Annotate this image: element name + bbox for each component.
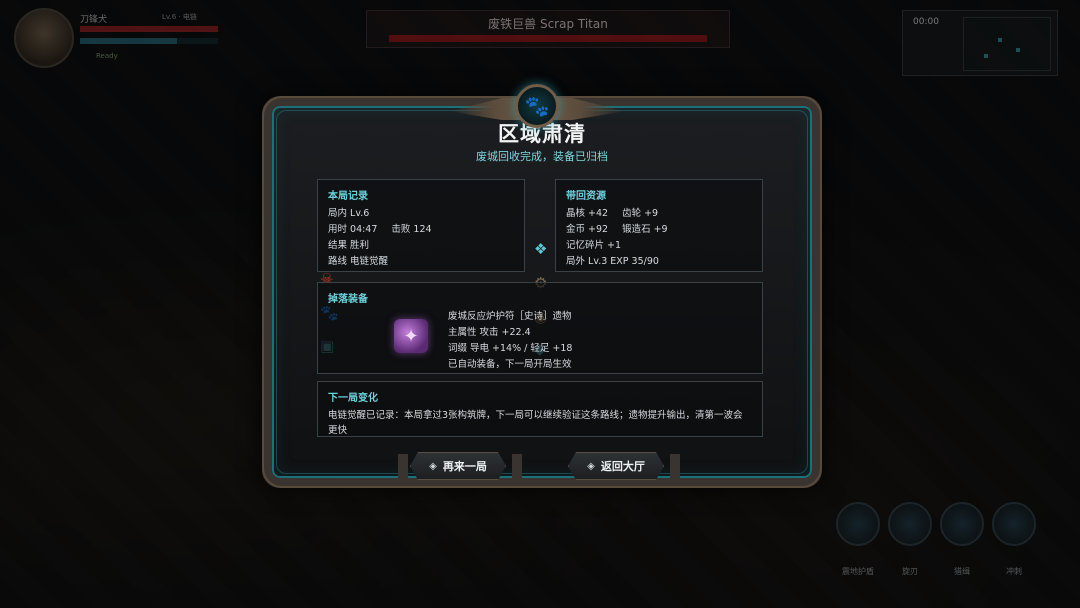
record-level: 局内 Lv.6 [328, 208, 370, 219]
player-avatar [14, 8, 74, 68]
drop-details: 废城反应炉护符［史诗］遗物 主属性 攻击 +22.4 词缀 导电 +14% / … [448, 309, 572, 373]
panel-crest: 🐾 [449, 84, 625, 136]
player-name: 刀锋犬 [80, 15, 108, 25]
record-time-kills: 用时 04:47 击败 124 [328, 222, 514, 238]
run-record-heading: 本局记录 [328, 191, 368, 202]
drop-heading: 掉落装备 [328, 294, 368, 305]
return-lobby-button[interactable]: ◈ 返回大厅 [568, 452, 664, 480]
resource-row-2: 金币 +92 锻造石 +9 [566, 222, 752, 238]
skill-slot-4[interactable] [992, 502, 1036, 546]
skill-label-2: 旋刃 [902, 567, 918, 576]
panel-subtitle: 废城回收完成，装备已归档 [476, 150, 608, 163]
player-status: Ready [96, 52, 118, 60]
boss-health-panel: 废铁巨兽 Scrap Titan [366, 10, 730, 48]
resource-crystal: 晶核 +42 [566, 208, 609, 219]
shield-bar [80, 38, 218, 44]
run-timer: 00:00 [913, 17, 939, 27]
resource-row-1: 晶核 +42 齿轮 +9 [566, 206, 752, 222]
resources-heading: 带回资源 [566, 191, 606, 202]
drop-equipment-box: 掉落装备 ✦ 废城反应炉护符［史诗］遗物 主属性 攻击 +22.4 词缀 导电 … [317, 282, 763, 374]
paw-icon: 🐾 [524, 94, 550, 118]
button-bracket-mid [512, 454, 522, 478]
boss-health-bar [389, 35, 707, 42]
run-record-box: 本局记录 局内 Lv.6 用时 04:47 击败 124 结果 胜利 路线 电链觉… [317, 179, 525, 272]
record-result: 结果 胜利 [328, 240, 370, 251]
lobby-icon: ◈ [587, 460, 595, 472]
resource-forge: 锻造石 +9 [622, 224, 668, 235]
drop-note: 已自动装备，下一局开局生效 [448, 359, 572, 370]
retry-button[interactable]: ◈ 再来一局 [410, 452, 506, 480]
record-route: 路线 电链觉醒 [328, 256, 389, 267]
skill-label-3: 猎缉 [954, 567, 970, 576]
crest-emblem: 🐾 [515, 84, 559, 128]
skill-slot-2[interactable] [888, 502, 932, 546]
health-bar [80, 26, 218, 32]
drop-item-name: 废城反应炉护符［史诗］遗物 [448, 311, 572, 322]
button-bracket-left [398, 454, 408, 478]
minimap[interactable]: 00:00 [902, 10, 1058, 76]
record-time: 用时 04:47 [328, 224, 378, 235]
resource-gold: 金币 +92 [566, 224, 609, 235]
next-run-text: 电链觉醒已记录：本局拿过3张构筑牌，下一局可以继续验证这条路线；遗物提升输出，清… [328, 410, 743, 436]
retry-label: 再来一局 [442, 460, 487, 473]
next-run-box: 下一局变化 电链觉醒已记录：本局拿过3张构筑牌，下一局可以继续验证这条路线；遗物… [317, 381, 763, 437]
skill-label-1: 震地护盾 [842, 567, 874, 576]
drop-affix: 词缀 导电 +14% / 轻足 +18 [448, 343, 573, 354]
skill-label-4: 冲刺 [1006, 567, 1022, 576]
skill-slot-3[interactable] [940, 502, 984, 546]
skill-slot-1[interactable] [836, 502, 880, 546]
area-cleared-result-panel: 🐾 区域肃清 废城回收完成，装备已归档 本局记录 局内 Lv.6 用时 04:4… [262, 82, 822, 488]
minimap-grid [963, 17, 1051, 71]
retry-icon: ◈ [429, 460, 437, 472]
boss-name: 废铁巨兽 Scrap Titan [488, 17, 608, 31]
player-hud: 刀锋犬 Lv.6 · 电链 Ready [14, 8, 218, 68]
record-kills: 击败 124 [391, 224, 432, 235]
resource-memory: 记忆碎片 +1 [566, 240, 622, 251]
button-bracket-right [670, 454, 680, 478]
amulet-item-icon[interactable]: ✦ [394, 319, 428, 353]
resource-meta-level: 局外 Lv.3 EXP 35/90 [566, 256, 659, 267]
crystal-icon: ❖ [534, 240, 548, 258]
resource-gear: 齿轮 +9 [622, 208, 659, 219]
player-level: Lv.6 · 电链 [162, 13, 197, 21]
resources-box: 带回资源 晶核 +42 齿轮 +9 金币 +92 锻造石 +9 记忆碎片 +1 局外… [555, 179, 763, 272]
lobby-label: 返回大厅 [600, 460, 645, 473]
drop-main-stat: 主属性 攻击 +22.4 [448, 327, 531, 338]
next-run-heading: 下一局变化 [328, 393, 378, 404]
skill-bar: 震地护盾 旋刃 猎缉 冲刺 [836, 502, 1066, 582]
